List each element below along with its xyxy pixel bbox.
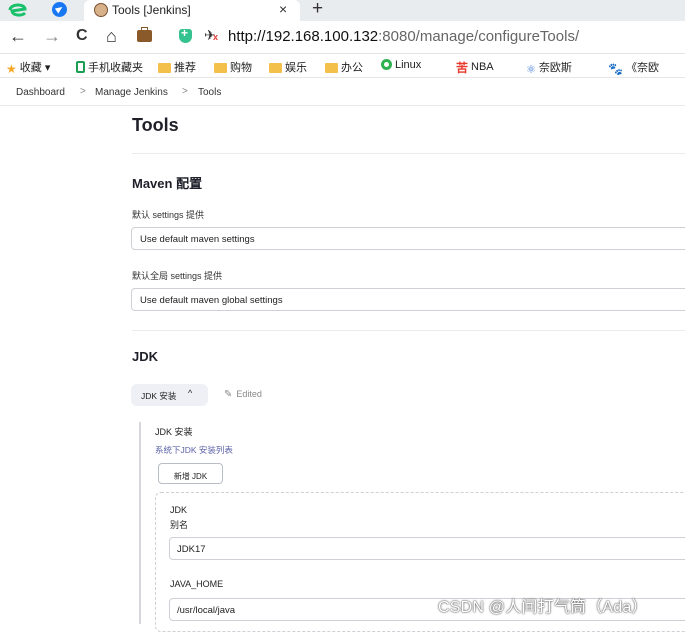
- folder-icon: [325, 63, 338, 73]
- bookmark-nba[interactable]: 苦 NBA: [456, 59, 494, 76]
- breadcrumb-dashboard[interactable]: Dashboard: [16, 87, 65, 98]
- close-tab-icon[interactable]: ×: [279, 1, 287, 17]
- jdk-install-description: 系统下JDK 安装列表: [155, 445, 233, 455]
- paw-icon: 🐾: [608, 62, 623, 76]
- indent-bar: [139, 422, 141, 624]
- java-home-label: JAVA_HOME: [170, 579, 224, 589]
- tab-bar: Tools [Jenkins] × +: [0, 0, 685, 21]
- bookmarks-bar: ★ 收藏 ▾ 手机收藏夹 推荐 购物 娱乐 办公 Linux 苦 NBA ⚛ 奈欧斯 …: [0, 55, 685, 78]
- jdk-section-title: JDK: [132, 349, 159, 364]
- navigate-icon[interactable]: [52, 2, 67, 17]
- chevron-down-icon[interactable]: ▾: [45, 62, 51, 74]
- k-icon: 苦: [456, 61, 469, 75]
- back-button[interactable]: ←: [9, 26, 27, 46]
- s-icon: ⚛: [526, 64, 536, 76]
- new-tab-button[interactable]: +: [312, 0, 323, 20]
- add-jdk-button[interactable]: 新增 JDK: [158, 463, 223, 484]
- jdk-alias-label: 别名: [170, 520, 189, 530]
- maven-section-title: Maven 配置: [132, 176, 203, 191]
- edited-label: Edited: [236, 389, 262, 399]
- folder-icon: [158, 63, 171, 73]
- folder-icon: [269, 63, 282, 73]
- bookmark-entertainment[interactable]: 娱乐: [269, 59, 307, 75]
- edited-indicator: ✎ Edited: [224, 389, 262, 400]
- bookmark-shopping[interactable]: 购物: [214, 59, 252, 75]
- chevron-up-icon: ^: [188, 388, 193, 398]
- divider: [132, 153, 685, 154]
- folder-icon: [214, 63, 227, 73]
- ring-icon: [381, 59, 392, 70]
- jenkins-favicon-icon: [94, 3, 108, 17]
- bookmark-naios[interactable]: ⚛ 奈欧斯: [526, 59, 572, 76]
- star-icon: ★: [6, 62, 17, 76]
- security-shield-icon[interactable]: [179, 26, 192, 43]
- bookmark-naios-2[interactable]: 🐾 《奈欧: [608, 59, 659, 76]
- jdk-alias-input[interactable]: JDK17: [169, 537, 685, 560]
- breadcrumb-separator: >: [80, 86, 86, 97]
- pencil-icon: ✎: [224, 389, 233, 400]
- jdk-install-toggle[interactable]: JDK 安装 ^: [131, 384, 208, 406]
- watermark: CSDN @人间打气筒（Ada）: [438, 599, 648, 616]
- bookmark-recommend[interactable]: 推荐: [158, 59, 196, 75]
- browser-logo-icon[interactable]: [6, 1, 30, 19]
- maven-settings-label: 默认 settings 提供: [132, 210, 205, 220]
- maven-global-settings-select[interactable]: Use default maven global settings: [131, 288, 685, 311]
- home-button[interactable]: ⌂: [106, 26, 117, 46]
- jdk-toggle-label: JDK 安装: [141, 391, 177, 401]
- url-path: :8080/manage/configureTools/: [378, 28, 580, 45]
- breadcrumb-manage-jenkins[interactable]: Manage Jenkins: [95, 87, 168, 98]
- bookmark-mobile[interactable]: 手机收藏夹: [76, 59, 143, 75]
- url-field[interactable]: http://192.168.100.132:8080/manage/confi…: [228, 28, 579, 45]
- bookmark-favorites[interactable]: ★ 收藏 ▾: [6, 59, 50, 76]
- url-host: http://192.168.100.132: [228, 28, 379, 45]
- bookmark-linux[interactable]: Linux: [381, 59, 421, 71]
- jdk-install-title: JDK 安装: [155, 427, 193, 437]
- page-title: Tools: [132, 115, 179, 135]
- reload-button[interactable]: C: [76, 26, 88, 46]
- breadcrumb: Dashboard > Manage Jenkins > Tools: [0, 80, 685, 106]
- briefcase-icon[interactable]: [137, 27, 152, 42]
- breadcrumb-separator: >: [182, 86, 188, 97]
- maven-global-settings-label: 默认全局 settings 提供: [132, 271, 223, 281]
- tab-jenkins-tools[interactable]: Tools [Jenkins] ×: [84, 0, 300, 21]
- address-bar: ← → C ⌂ ✈ http://192.168.100.132:8080/ma…: [0, 21, 685, 54]
- phone-icon: [76, 61, 85, 73]
- divider: [132, 330, 685, 331]
- breadcrumb-tools[interactable]: Tools: [198, 87, 221, 98]
- forward-button[interactable]: →: [43, 26, 61, 46]
- jdk-card-title: JDK: [170, 505, 188, 515]
- bookmark-office[interactable]: 办公: [325, 59, 363, 75]
- tracking-blocked-icon[interactable]: ✈: [204, 27, 218, 44]
- tab-title: Tools [Jenkins]: [112, 3, 191, 17]
- maven-settings-select[interactable]: Use default maven settings: [131, 227, 685, 250]
